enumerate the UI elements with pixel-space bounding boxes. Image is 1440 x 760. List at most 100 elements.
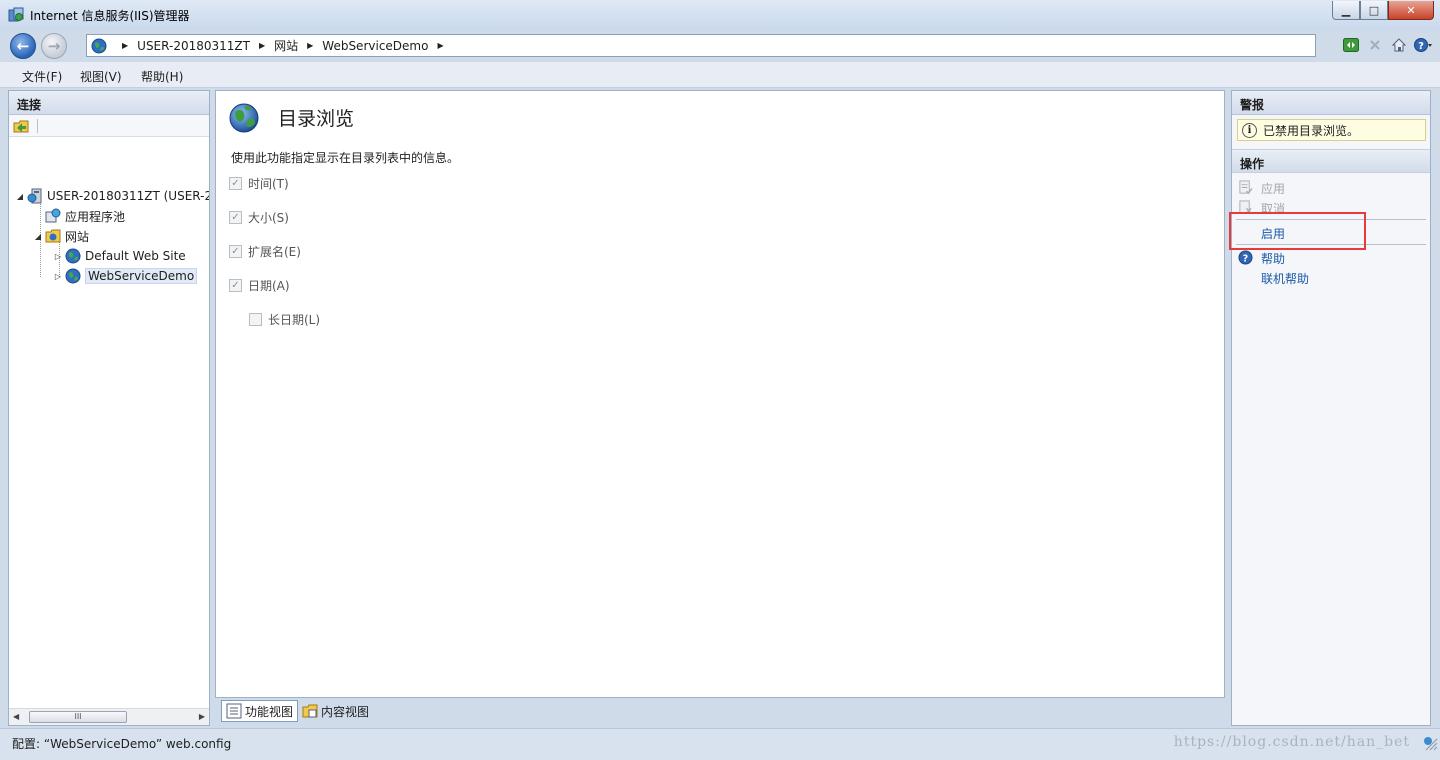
features-view-icon	[226, 703, 242, 719]
menu-view[interactable]: 视图(V)	[80, 68, 122, 85]
navigation-toolbar: ?	[1342, 36, 1432, 54]
title-bar: Internet 信息服务(IIS)管理器 ▁ □ ✕	[0, 0, 1440, 30]
watermark: https://blog.csdn.net/han_bet	[1173, 734, 1410, 750]
scroll-right-icon[interactable]: ▶	[199, 712, 205, 721]
tree-node-default-site[interactable]: ▷ Default Web Site	[53, 247, 186, 265]
help-icon[interactable]: ?	[1414, 36, 1432, 54]
collapse-arrow-icon[interactable]: ◢	[15, 192, 25, 201]
globe-icon	[65, 268, 81, 284]
expand-arrow-icon[interactable]: ▷	[53, 272, 63, 281]
action-cancel[interactable]: 取消	[1261, 200, 1285, 217]
back-button[interactable]: ←	[10, 33, 36, 59]
action-help[interactable]: 帮助	[1261, 250, 1285, 267]
cancel-icon	[1239, 200, 1252, 214]
scrollbar-thumb[interactable]: III	[29, 711, 127, 723]
feature-pane: 目录浏览 使用此功能指定显示在目录列表中的信息。 ✓ 时间(T) ✓ 大小(S)…	[215, 90, 1225, 698]
start-page-icon[interactable]	[13, 118, 29, 134]
tree-node-server[interactable]: ◢ USER-20180311ZT (USER-2	[15, 187, 209, 205]
globe-icon	[229, 103, 259, 133]
checkbox-time[interactable]: ✓ 时间(T)	[229, 175, 289, 192]
tree-label-selected-site: WebServiceDemo	[85, 268, 198, 284]
forward-arrow-icon: →	[47, 37, 61, 55]
sites-folder-icon	[45, 229, 61, 243]
server-icon	[27, 188, 42, 204]
connections-toolbar	[9, 115, 209, 137]
content-view-icon	[302, 704, 318, 718]
menu-help[interactable]: 帮助(H)	[141, 68, 183, 85]
page-title: 目录浏览	[278, 108, 355, 130]
action-online-help[interactable]: 联机帮助	[1261, 270, 1309, 287]
info-icon: i	[1242, 122, 1257, 138]
tab-features-view[interactable]: 功能视图	[221, 700, 299, 722]
actions-header: 操作	[1232, 149, 1430, 173]
home-icon[interactable]	[1390, 36, 1408, 54]
breadcrumb-separator-icon[interactable]: ▶	[259, 41, 265, 50]
connections-pane: 连接 ◢ USER-20180311ZT (USER-2 应用程序池 ◢ 网站 …	[8, 90, 210, 726]
checkbox-long-date[interactable]: 长日期(L)	[249, 311, 320, 328]
alerts-header: 警报	[1232, 91, 1430, 115]
actions-separator	[1236, 219, 1426, 220]
globe-icon	[65, 248, 81, 264]
breadcrumb-separator-icon[interactable]: ▶	[437, 41, 443, 50]
tree-label-sites: 网站	[65, 229, 90, 244]
checkbox-box[interactable]: ✓	[229, 279, 242, 292]
checkbox-box[interactable]: ✓	[229, 245, 242, 258]
stop-icon[interactable]	[1366, 36, 1384, 54]
action-enable[interactable]: 启用	[1261, 225, 1285, 242]
expand-arrow-icon[interactable]: ▷	[53, 252, 63, 261]
menu-file[interactable]: 文件(F)	[22, 68, 62, 85]
breadcrumb: ▶ USER-20180311ZT ▶ 网站 ▶ WebServiceDemo …	[113, 37, 453, 54]
breadcrumb-site[interactable]: WebServiceDemo	[322, 39, 428, 53]
help-icon: ?	[1238, 250, 1253, 265]
checkbox-box[interactable]: ✓	[229, 177, 242, 190]
checkbox-box[interactable]: ✓	[229, 211, 242, 224]
close-button[interactable]: ✕	[1388, 1, 1434, 20]
address-bar[interactable]: ▶ USER-20180311ZT ▶ 网站 ▶ WebServiceDemo …	[86, 34, 1316, 57]
tab-label: 功能视图	[245, 704, 294, 719]
tree-label-default-site: Default Web Site	[85, 249, 186, 263]
status-text: 配置: “WebServiceDemo” web.config	[12, 737, 232, 751]
checkbox-label: 扩展名(E)	[248, 245, 301, 259]
connections-header: 连接	[9, 91, 209, 115]
checkbox-size[interactable]: ✓ 大小(S)	[229, 209, 289, 226]
view-tabs: 功能视图 内容视图	[215, 700, 373, 724]
status-bar: 配置: “WebServiceDemo” web.config https://…	[0, 728, 1440, 760]
action-apply[interactable]: 应用	[1261, 180, 1285, 197]
tree-node-app-pools[interactable]: 应用程序池	[45, 207, 125, 225]
forward-button[interactable]: →	[41, 33, 67, 59]
apply-icon	[1239, 180, 1253, 195]
horizontal-scrollbar[interactable]: ◀ III ▶	[9, 708, 209, 725]
menu-bar: 文件(F) 视图(V) 帮助(H)	[0, 62, 1440, 88]
alert-message: i 已禁用目录浏览。	[1237, 119, 1426, 141]
svg-text:?: ?	[1418, 41, 1424, 52]
tree-node-selected-site[interactable]: ▷ WebServiceDemo	[53, 267, 198, 285]
checkbox-label: 日期(A)	[248, 279, 290, 293]
breadcrumb-separator-icon[interactable]: ▶	[122, 41, 128, 50]
globe-icon	[91, 38, 107, 53]
scroll-left-icon[interactable]: ◀	[13, 712, 19, 721]
maximize-button[interactable]: □	[1360, 1, 1388, 20]
feature-description: 使用此功能指定显示在目录列表中的信息。	[231, 151, 460, 165]
back-arrow-icon: ←	[16, 37, 30, 55]
connections-tree: ◢ USER-20180311ZT (USER-2 应用程序池 ◢ 网站 ▷ D…	[9, 137, 209, 697]
svg-text:?: ?	[1243, 253, 1248, 264]
tree-node-sites[interactable]: ◢ 网站	[33, 227, 89, 245]
collapse-arrow-icon[interactable]: ◢	[33, 232, 43, 241]
checkbox-extension[interactable]: ✓ 扩展名(E)	[229, 243, 301, 260]
breadcrumb-sites[interactable]: 网站	[274, 37, 298, 54]
tree-label-server: USER-20180311ZT (USER-2	[47, 189, 209, 203]
iis-manager-icon	[8, 7, 24, 22]
resize-grip-icon[interactable]	[1420, 733, 1438, 751]
checkbox-box[interactable]	[249, 313, 262, 326]
breadcrumb-server[interactable]: USER-20180311ZT	[137, 39, 250, 53]
actions-separator	[1236, 244, 1426, 245]
breadcrumb-separator-icon[interactable]: ▶	[307, 41, 313, 50]
navigation-bar: ← → ▶ USER-20180311ZT ▶ 网站 ▶ WebServiceD…	[0, 30, 1440, 62]
tab-content-view[interactable]: 内容视图	[298, 700, 373, 722]
tab-label: 内容视图	[321, 704, 370, 719]
checkbox-label: 大小(S)	[248, 211, 289, 225]
minimize-button[interactable]: ▁	[1332, 1, 1360, 20]
checkbox-date[interactable]: ✓ 日期(A)	[229, 277, 290, 294]
refresh-icon[interactable]	[1342, 36, 1360, 54]
toolbar-separator	[37, 119, 38, 133]
